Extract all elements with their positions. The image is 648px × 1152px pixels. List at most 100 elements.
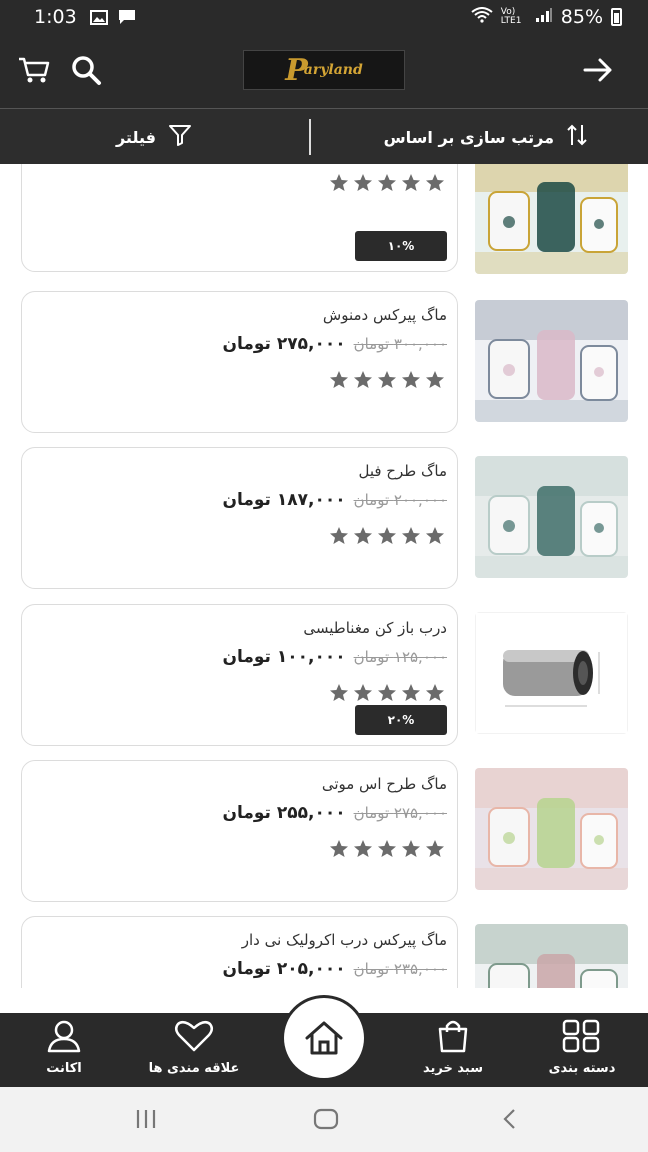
nav-categories[interactable]: دسته بندی xyxy=(527,1019,637,1076)
recents-button[interactable] xyxy=(126,1105,166,1133)
star-icon xyxy=(378,527,396,544)
shopping-bag-icon xyxy=(438,1020,468,1053)
filter-label: فیلتر xyxy=(115,127,156,147)
star-icon xyxy=(378,840,396,857)
product-image[interactable] xyxy=(475,612,628,734)
system-home-button[interactable] xyxy=(306,1105,346,1133)
nav-favorites[interactable]: علاقه مندی ها xyxy=(139,1019,249,1076)
back-button[interactable] xyxy=(580,52,616,88)
old-price: ۱۲۵,۰۰۰ تومان xyxy=(353,648,447,666)
cart-button[interactable] xyxy=(16,52,52,88)
product-image[interactable] xyxy=(475,768,628,890)
grid-icon xyxy=(562,1019,600,1053)
system-back-button[interactable] xyxy=(490,1105,530,1133)
product-card[interactable]: ماگ پیرکس دمنوش ۳۰۰,۰۰۰ تومان ۲۷۵,۰۰۰ توما… xyxy=(21,291,458,433)
star-icon xyxy=(354,371,372,388)
new-price: ۱۸۷,۰۰۰ تومان xyxy=(222,490,346,510)
star-icon xyxy=(402,174,420,191)
nav-cart-label: سبد خرید xyxy=(423,1061,483,1076)
arrow-right-icon xyxy=(583,58,612,82)
sort-icon xyxy=(566,123,588,151)
status-right: Vo) LTE1 85% xyxy=(471,6,622,28)
price-row: ۲۰۰,۰۰۰ تومان ۱۸۷,۰۰۰ تومان xyxy=(222,490,447,510)
price-row: ۱۲۵,۰۰۰ تومان ۱۰۰,۰۰۰ تومان xyxy=(222,647,447,667)
brand-logo[interactable]: P aryland xyxy=(243,50,405,90)
cart-icon xyxy=(19,57,50,83)
product-card[interactable]: ماگ پیرکس درب اکرولیک نی دار ۲۳۵,۰۰۰ توما… xyxy=(21,916,458,988)
product-image[interactable] xyxy=(475,924,628,988)
star-icon xyxy=(426,527,444,544)
old-price: ۲۷۵,۰۰۰ تومان xyxy=(353,804,447,822)
discount-badge: ۱۰% xyxy=(355,231,447,261)
new-price: ۲۵۵,۰۰۰ تومان xyxy=(222,803,346,823)
heart-icon xyxy=(175,1020,213,1052)
star-icon xyxy=(378,174,396,191)
rating-stars xyxy=(329,370,445,390)
system-nav-bar xyxy=(0,1087,648,1152)
star-icon xyxy=(402,840,420,857)
rating-stars xyxy=(329,173,445,193)
new-price: ۱۰۰,۰۰۰ تومان xyxy=(222,647,346,667)
filter-sort-bar: مرتب سازی بر اساس فیلتر xyxy=(0,108,648,164)
star-icon xyxy=(330,684,348,701)
product-name: ماگ طرح اس موتی xyxy=(321,775,447,793)
status-time: 1:03 xyxy=(34,6,77,28)
nav-categories-label: دسته بندی xyxy=(548,1061,616,1076)
star-icon xyxy=(402,527,420,544)
product-image[interactable] xyxy=(475,164,628,274)
signal-icon xyxy=(535,6,553,28)
star-icon xyxy=(354,840,372,857)
nav-cart[interactable]: سبد خرید xyxy=(398,1019,508,1076)
nav-account[interactable]: اکانت xyxy=(9,1019,119,1076)
sort-label: مرتب سازی بر اساس xyxy=(383,127,554,147)
product-image[interactable] xyxy=(475,456,628,578)
star-icon xyxy=(354,174,372,191)
home-icon xyxy=(305,1021,343,1055)
product-card[interactable]: درب باز کن مغناطیسی ۱۲۵,۰۰۰ تومان ۱۰۰,۰۰۰ … xyxy=(21,604,458,746)
star-icon xyxy=(402,684,420,701)
message-icon xyxy=(117,9,137,25)
filter-button[interactable]: فیلتر xyxy=(116,109,192,165)
status-bar: 1:03 Vo) LTE1 85% xyxy=(0,0,648,34)
product-image[interactable] xyxy=(475,300,628,422)
price-row: ۳۰۰,۰۰۰ تومان ۲۷۵,۰۰۰ تومان xyxy=(222,334,447,354)
old-price: ۲۰۰,۰۰۰ تومان xyxy=(353,491,447,509)
rating-stars xyxy=(329,526,445,546)
star-icon xyxy=(426,174,444,191)
product-name: ماگ پیرکس درب اکرولیک نی دار xyxy=(241,931,447,949)
product-card[interactable]: ماگ طرح اس موتی ۲۷۵,۰۰۰ تومان ۲۵۵,۰۰۰ توما… xyxy=(21,760,458,902)
star-icon xyxy=(330,174,348,191)
star-icon xyxy=(378,684,396,701)
star-icon xyxy=(354,527,372,544)
chevron-left-icon xyxy=(503,1109,515,1129)
filter-icon xyxy=(168,124,192,150)
discount-badge: ۲۰% xyxy=(355,705,447,735)
star-icon xyxy=(330,527,348,544)
star-icon xyxy=(354,684,372,701)
price-row: ۲۳۵,۰۰۰ تومان ۲۰۵,۰۰۰ تومان xyxy=(222,959,447,979)
sort-button[interactable]: مرتب سازی بر اساس xyxy=(384,109,588,165)
product-name: ماگ طرح فیل xyxy=(358,462,447,480)
product-name: درب باز کن مغناطیسی xyxy=(303,619,447,637)
rating-stars xyxy=(329,839,445,859)
user-icon xyxy=(47,1020,81,1053)
star-icon xyxy=(426,840,444,857)
search-button[interactable] xyxy=(68,52,104,88)
logo-text: aryland xyxy=(303,62,363,78)
product-list: ۳۸۵,۰۰۰ تومان۳۴۵,۰۰۰ تومان۱۰% ماگ پیرکس … xyxy=(0,164,648,988)
price-row: ۲۷۵,۰۰۰ تومان ۲۵۵,۰۰۰ تومان xyxy=(222,803,447,823)
gallery-icon xyxy=(89,9,109,25)
battery-label: 85% xyxy=(560,6,603,28)
old-price: ۳۰۰,۰۰۰ تومان xyxy=(353,335,447,353)
product-card[interactable]: ۳۸۵,۰۰۰ تومان۳۴۵,۰۰۰ تومان۱۰% xyxy=(21,164,458,272)
product-card[interactable]: ماگ طرح فیل ۲۰۰,۰۰۰ تومان ۱۸۷,۰۰۰ تومان xyxy=(21,447,458,589)
recents-icon xyxy=(136,1110,156,1128)
home-button[interactable] xyxy=(284,998,364,1078)
system-home-icon xyxy=(313,1108,339,1130)
filter-divider xyxy=(309,119,311,155)
network-label: Vo) LTE1 xyxy=(500,7,522,26)
app-header: P aryland xyxy=(0,34,648,108)
new-price: ۲۷۵,۰۰۰ تومان xyxy=(222,334,346,354)
star-icon xyxy=(402,371,420,388)
wifi-icon xyxy=(471,6,493,28)
